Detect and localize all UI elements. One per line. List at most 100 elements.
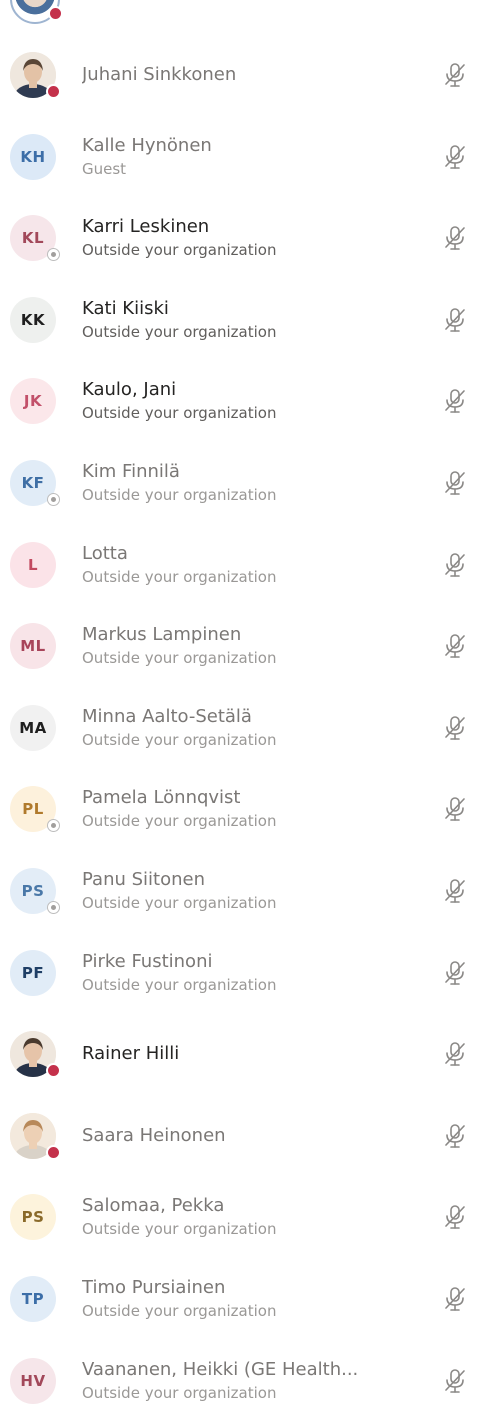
busy-status-icon (46, 1063, 61, 1079)
mic-off-icon[interactable] (443, 62, 467, 88)
participant-row[interactable]: Juhani Sinkkonen (0, 34, 477, 116)
mic-off-icon[interactable] (443, 552, 467, 578)
participant-info: Saara Heinonen (82, 1095, 407, 1177)
participant-row[interactable]: KF Kim Finnilä Outside your organization (0, 442, 477, 524)
participant-name: Juhani Sinkkonen (82, 64, 237, 85)
participant-info: Rainer Hilli (82, 1013, 407, 1095)
avatar: KH (10, 133, 56, 180)
mic-off-icon[interactable] (443, 1368, 467, 1394)
participant-subtitle: Outside your organization (82, 975, 277, 994)
participant-row[interactable]: KL Karri Leskinen Outside your organizatio… (0, 197, 477, 279)
participant-row[interactable]: L Lotta Outside your organization (0, 524, 477, 606)
participant-info: Minna Aalto-Setälä Outside your organizat… (82, 687, 407, 769)
participant-info: Kati Kiiski Outside your organization (82, 279, 407, 361)
participant-info: Kalle Hynönen Guest (82, 116, 407, 198)
participant-subtitle: Outside your organization (82, 894, 277, 912)
participant-row[interactable]: Saara Heinonen (0, 1095, 477, 1177)
participant-info: Timo Pursiainen Outside your organization (82, 1258, 407, 1340)
participant-row[interactable]: PS Panu Siitonen Outside your organization (0, 850, 477, 932)
mic-off-icon[interactable] (443, 144, 467, 170)
participant-subtitle: Guest (82, 159, 127, 178)
avatar: PF (10, 949, 56, 996)
participant-subtitle: Outside your organization (82, 1220, 277, 1239)
participant-info: Kaulo, Jani Outside your organization (82, 360, 407, 442)
participant-row[interactable]: Rainer Hilli (0, 1013, 477, 1095)
avatar-initials: KF (21, 474, 45, 492)
avatar-initials: PS (21, 882, 45, 900)
mic-off-icon[interactable] (443, 1204, 467, 1230)
avatar: L (10, 541, 56, 588)
mic-off-icon[interactable] (443, 715, 467, 741)
participant-info: Pamela Lönnqvist Outside your organizatio… (82, 768, 407, 850)
participant-row[interactable]: PS Salomaa, Pekka Outside your organizatio… (0, 1176, 477, 1258)
participant-name: Lotta (82, 542, 128, 564)
avatar-initials: JK (23, 392, 43, 411)
participant-subtitle: Outside your organization (82, 322, 277, 341)
participant-name: Rainer Hilli (82, 1043, 180, 1065)
participant-row[interactable]: PL Pamela Lönnqvist Outside your organizat… (0, 768, 477, 850)
participant-info: Lotta Outside your organization (82, 524, 407, 606)
avatar: TP (10, 1276, 56, 1322)
mic-off-icon[interactable] (443, 878, 467, 904)
avatar-initials: ML (20, 637, 46, 656)
avatar-initials: HV (20, 1371, 46, 1390)
participant-row[interactable]: MA Minna Aalto-Setälä Outside your organiz… (0, 687, 477, 769)
mic-off-icon[interactable] (443, 1123, 467, 1149)
participant-name: Pirke Fustinoni (82, 950, 213, 972)
avatar-initials: KK (20, 310, 46, 329)
participant-row[interactable]: KK Kati Kiiski Outside your organization (0, 279, 477, 361)
participant-name: Kati Kiiski (82, 297, 169, 319)
busy-status-icon (46, 84, 61, 99)
participant-name: Kaulo, Jani (82, 379, 177, 401)
busy-status-icon (46, 1144, 61, 1160)
participant-row[interactable]: KH Kalle Hynönen Guest (0, 116, 477, 198)
participant-subtitle: Outside your organization (82, 1383, 277, 1402)
participant-info: Markus Lampinen Outside your organization (82, 605, 407, 687)
avatar: MA (10, 704, 56, 751)
participant-row[interactable]: HV Vaananen, Heikki (GE Health... Outside … (0, 1340, 477, 1422)
participant-row[interactable]: TP Timo Pursiainen Outside your organizati… (0, 1258, 477, 1340)
participant-name: Karri Leskinen (82, 216, 210, 238)
participant-name: Kim Finnilä (82, 461, 180, 482)
participant-info: Kim Finnilä Outside your organization (82, 442, 407, 524)
external-status-icon (47, 901, 60, 914)
participant-subtitle: Outside your organization (82, 404, 277, 423)
mic-off-icon[interactable] (443, 470, 467, 496)
participant-info: Karri Leskinen Outside your organization (82, 197, 407, 279)
busy-status-icon (48, 6, 63, 21)
avatar-initials: PS (21, 1208, 45, 1227)
participant-info: Vaananen, Heikki (GE Health... Outside yo… (82, 1340, 407, 1422)
participant-list: Juhani Sinkkonen KH Kalle Hynönen Guest KL Ka… (0, 0, 477, 1421)
avatar: KK (10, 296, 56, 343)
external-status-icon (47, 248, 60, 262)
participant-name: Panu Siitonen (82, 869, 206, 890)
external-status-icon (47, 493, 60, 506)
participant-name: Timo Pursiainen (82, 1277, 226, 1298)
participant-name: Salomaa, Pekka (82, 1195, 225, 1217)
participant-info: Pirke Fustinoni Outside your organization (82, 932, 407, 1014)
avatar-initials: L (27, 555, 39, 574)
participant-row[interactable]: JK Kaulo, Jani Outside your organization (0, 360, 477, 442)
participant-row[interactable]: ML Markus Lampinen Outside your organizati… (0, 605, 477, 687)
mic-off-icon[interactable] (443, 1041, 467, 1067)
mic-off-icon[interactable] (443, 633, 467, 659)
mic-off-icon[interactable] (443, 225, 467, 251)
avatar-initials: KL (21, 229, 45, 248)
mic-off-icon[interactable] (443, 388, 467, 414)
participant-name: Markus Lampinen (82, 624, 242, 646)
mic-off-icon[interactable] (443, 307, 467, 333)
avatar-initials: TP (21, 1290, 45, 1308)
participant-name: Saara Heinonen (82, 1124, 226, 1146)
participant-subtitle: Outside your organization (82, 241, 277, 260)
avatar: JK (10, 378, 56, 425)
mic-off-icon[interactable] (443, 960, 467, 986)
participant-row[interactable]: PF Pirke Fustinoni Outside your organizati… (0, 932, 477, 1014)
mic-off-icon[interactable] (443, 1286, 467, 1312)
participant-subtitle: Outside your organization (82, 486, 277, 504)
avatar-initials: PL (22, 800, 44, 819)
participant-subtitle: Outside your organization (82, 649, 277, 668)
avatar-initials: MA (19, 718, 47, 737)
avatar: ML (10, 623, 56, 670)
mic-off-icon[interactable] (443, 796, 467, 822)
participant-subtitle: Outside your organization (82, 1302, 277, 1320)
